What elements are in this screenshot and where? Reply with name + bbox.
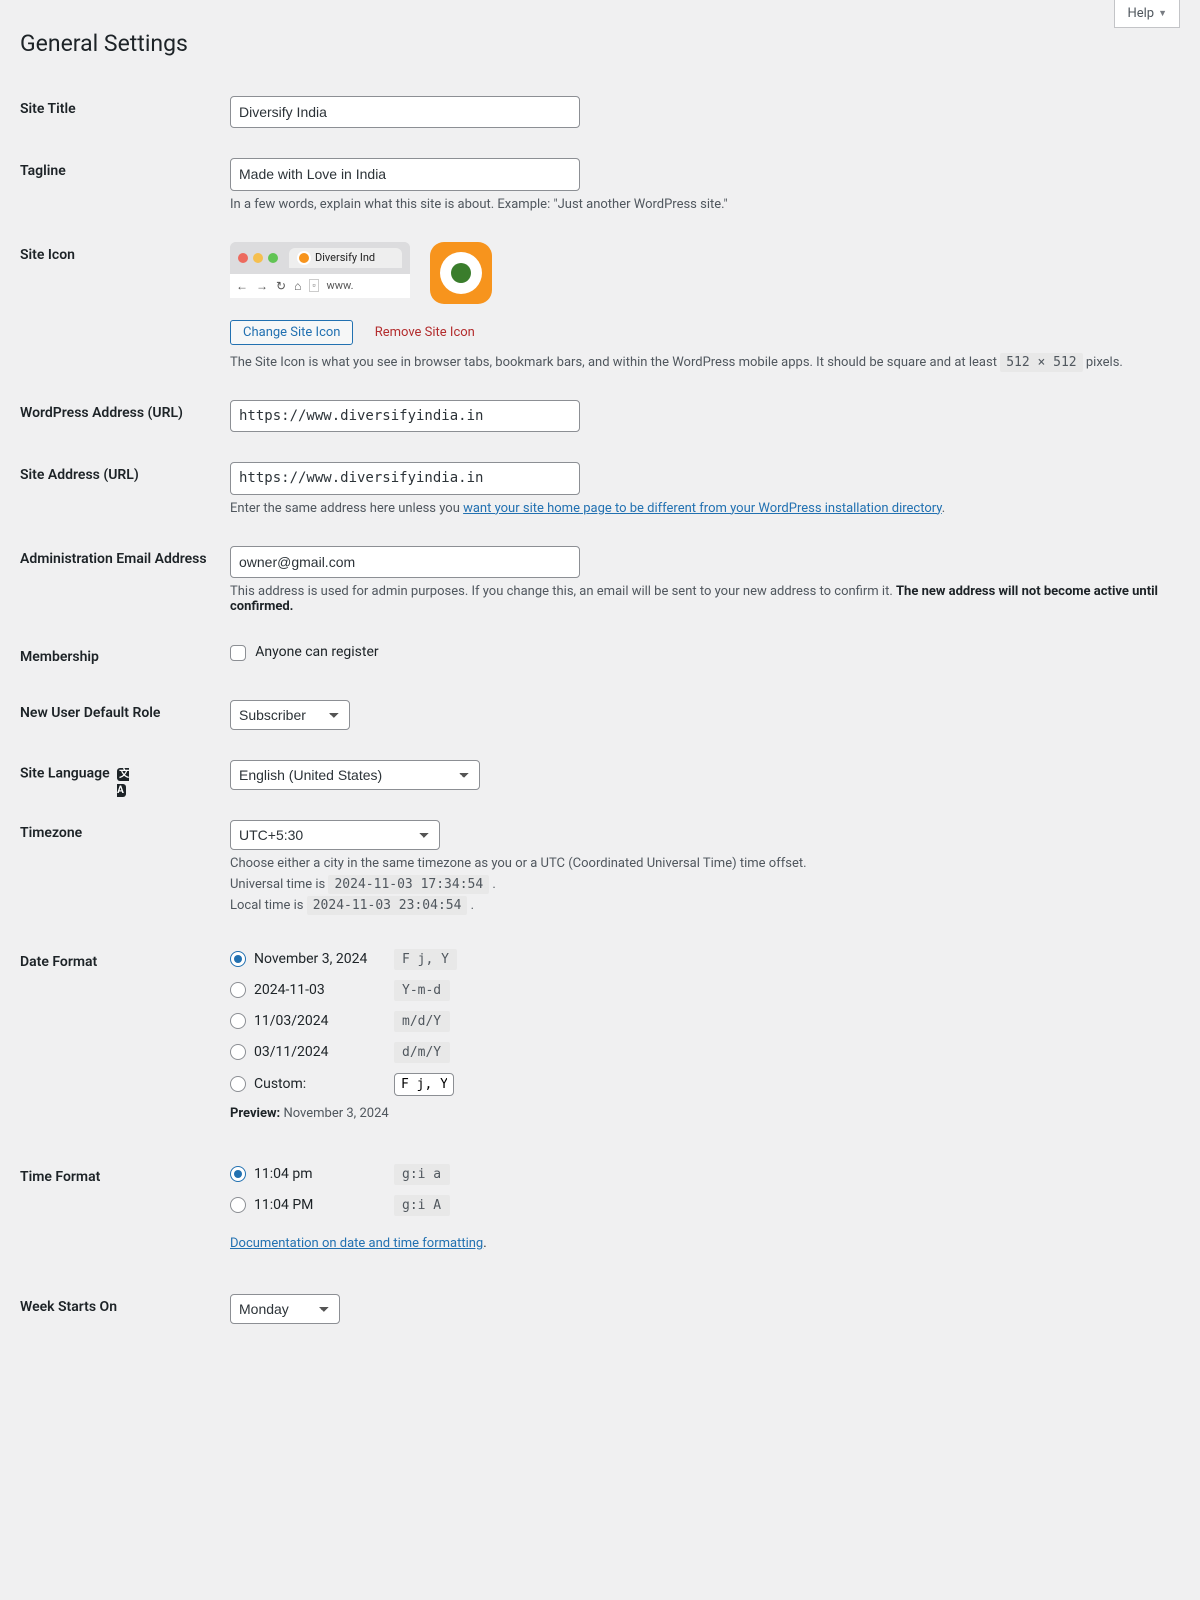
siteurl-help: Enter the same address here unless you w… [230, 501, 1170, 516]
home-icon: ⌂ [294, 279, 301, 293]
date-format-option-code: m/d/Y [394, 1011, 450, 1032]
page-title: General Settings [20, 30, 1180, 57]
date-format-option-label: November 3, 2024 [254, 951, 394, 967]
time-format-option-label: 11:04 pm [254, 1166, 394, 1182]
reload-icon: ↻ [276, 279, 286, 293]
time-format-radio[interactable] [230, 1166, 246, 1182]
site-icon-help: The Site Icon is what you see in browser… [230, 355, 1170, 370]
traffic-light-green-icon [268, 253, 278, 263]
time-format-label: Time Format [20, 1149, 220, 1279]
chevron-down-icon: ▼ [1158, 8, 1167, 19]
site-language-label: Site Language [20, 745, 220, 805]
traffic-light-red-icon [238, 253, 248, 263]
help-label: Help [1127, 6, 1154, 21]
date-format-custom-input[interactable] [394, 1073, 454, 1096]
wpurl-input[interactable] [230, 400, 580, 432]
admin-email-label: Administration Email Address [20, 531, 220, 629]
traffic-light-yellow-icon [253, 253, 263, 263]
week-start-select[interactable]: Monday [230, 1294, 340, 1324]
date-format-option-label: 11/03/2024 [254, 1013, 394, 1029]
date-format-option[interactable]: 11/03/2024m/d/Y [230, 1011, 1170, 1032]
time-format-option-code: g:i a [394, 1164, 450, 1185]
siteurl-input[interactable] [230, 462, 580, 494]
membership-label: Membership [20, 629, 220, 685]
date-format-option-code: Y-m-d [394, 980, 450, 1001]
browser-tab-text: Diversify Ind [315, 251, 375, 264]
wpurl-label: WordPress Address (URL) [20, 385, 220, 447]
tagline-label: Tagline [20, 143, 220, 226]
week-start-label: Week Starts On [20, 1279, 220, 1339]
date-format-radio[interactable] [230, 1013, 246, 1029]
siteurl-label: Site Address (URL) [20, 447, 220, 530]
change-site-icon-button[interactable]: Change Site Icon [230, 320, 353, 345]
site-icon-large-preview [430, 242, 492, 304]
forward-icon: → [256, 279, 268, 293]
date-format-option-code: d/m/Y [394, 1042, 450, 1063]
timezone-local: Local time is 2024-11-03 23:04:54 . [230, 898, 1170, 913]
timezone-label: Timezone [20, 805, 220, 934]
admin-email-help: This address is used for admin purposes.… [230, 584, 1170, 614]
site-title-label: Site Title [20, 81, 220, 143]
siteurl-help-link[interactable]: want your site home page to be different… [463, 501, 942, 516]
time-format-option-code: g:i A [394, 1195, 450, 1216]
date-format-custom-label: Custom: [254, 1076, 394, 1092]
default-role-label: New User Default Role [20, 685, 220, 745]
remove-site-icon-link[interactable]: Remove Site Icon [367, 321, 483, 344]
timezone-help: Choose either a city in the same timezon… [230, 856, 1170, 871]
timezone-utc: Universal time is 2024-11-03 17:34:54 . [230, 877, 1170, 892]
membership-checkbox-row[interactable]: Anyone can register [230, 645, 379, 660]
site-icon-browser-preview: Diversify Ind ← → ↻ ⌂ ▫ www. [230, 242, 410, 298]
date-format-option-label: 03/11/2024 [254, 1044, 394, 1060]
time-format-option-label: 11:04 PM [254, 1197, 394, 1213]
url-text: www. [327, 279, 354, 292]
admin-email-input[interactable] [230, 546, 580, 578]
favicon-icon [297, 251, 311, 265]
default-role-select[interactable]: Subscriber [230, 700, 350, 730]
help-tab[interactable]: Help ▼ [1114, 0, 1180, 28]
site-language-select[interactable]: English (United States) [230, 760, 480, 790]
page-icon: ▫ [309, 279, 318, 292]
time-format-option[interactable]: 11:04 pmg:i a [230, 1164, 1170, 1185]
date-format-radio[interactable] [230, 982, 246, 998]
date-format-custom-radio[interactable] [230, 1076, 246, 1092]
site-icon-label: Site Icon [20, 227, 220, 385]
date-format-option-label: 2024-11-03 [254, 982, 394, 998]
time-format-radio[interactable] [230, 1197, 246, 1213]
tagline-input[interactable] [230, 158, 580, 190]
membership-checkbox[interactable] [230, 645, 246, 661]
timezone-select[interactable]: UTC+5:30 [230, 820, 440, 850]
datetime-docs-link[interactable]: Documentation on date and time formattin… [230, 1236, 483, 1251]
date-format-option-code: F j, Y [394, 949, 457, 970]
date-format-option[interactable]: November 3, 2024F j, Y [230, 949, 1170, 970]
date-format-radio[interactable] [230, 951, 246, 967]
date-format-label: Date Format [20, 934, 220, 1149]
date-format-custom-option[interactable]: Custom: [230, 1073, 1170, 1096]
translate-icon [117, 765, 137, 783]
site-title-input[interactable] [230, 96, 580, 128]
tagline-help: In a few words, explain what this site i… [230, 197, 1170, 212]
date-format-preview: Preview: November 3, 2024 [230, 1106, 1170, 1121]
time-format-option[interactable]: 11:04 PMg:i A [230, 1195, 1170, 1216]
membership-checkbox-label: Anyone can register [255, 644, 378, 660]
date-format-option[interactable]: 2024-11-03Y-m-d [230, 980, 1170, 1001]
date-format-radio[interactable] [230, 1044, 246, 1060]
back-icon: ← [236, 279, 248, 293]
date-format-option[interactable]: 03/11/2024d/m/Y [230, 1042, 1170, 1063]
